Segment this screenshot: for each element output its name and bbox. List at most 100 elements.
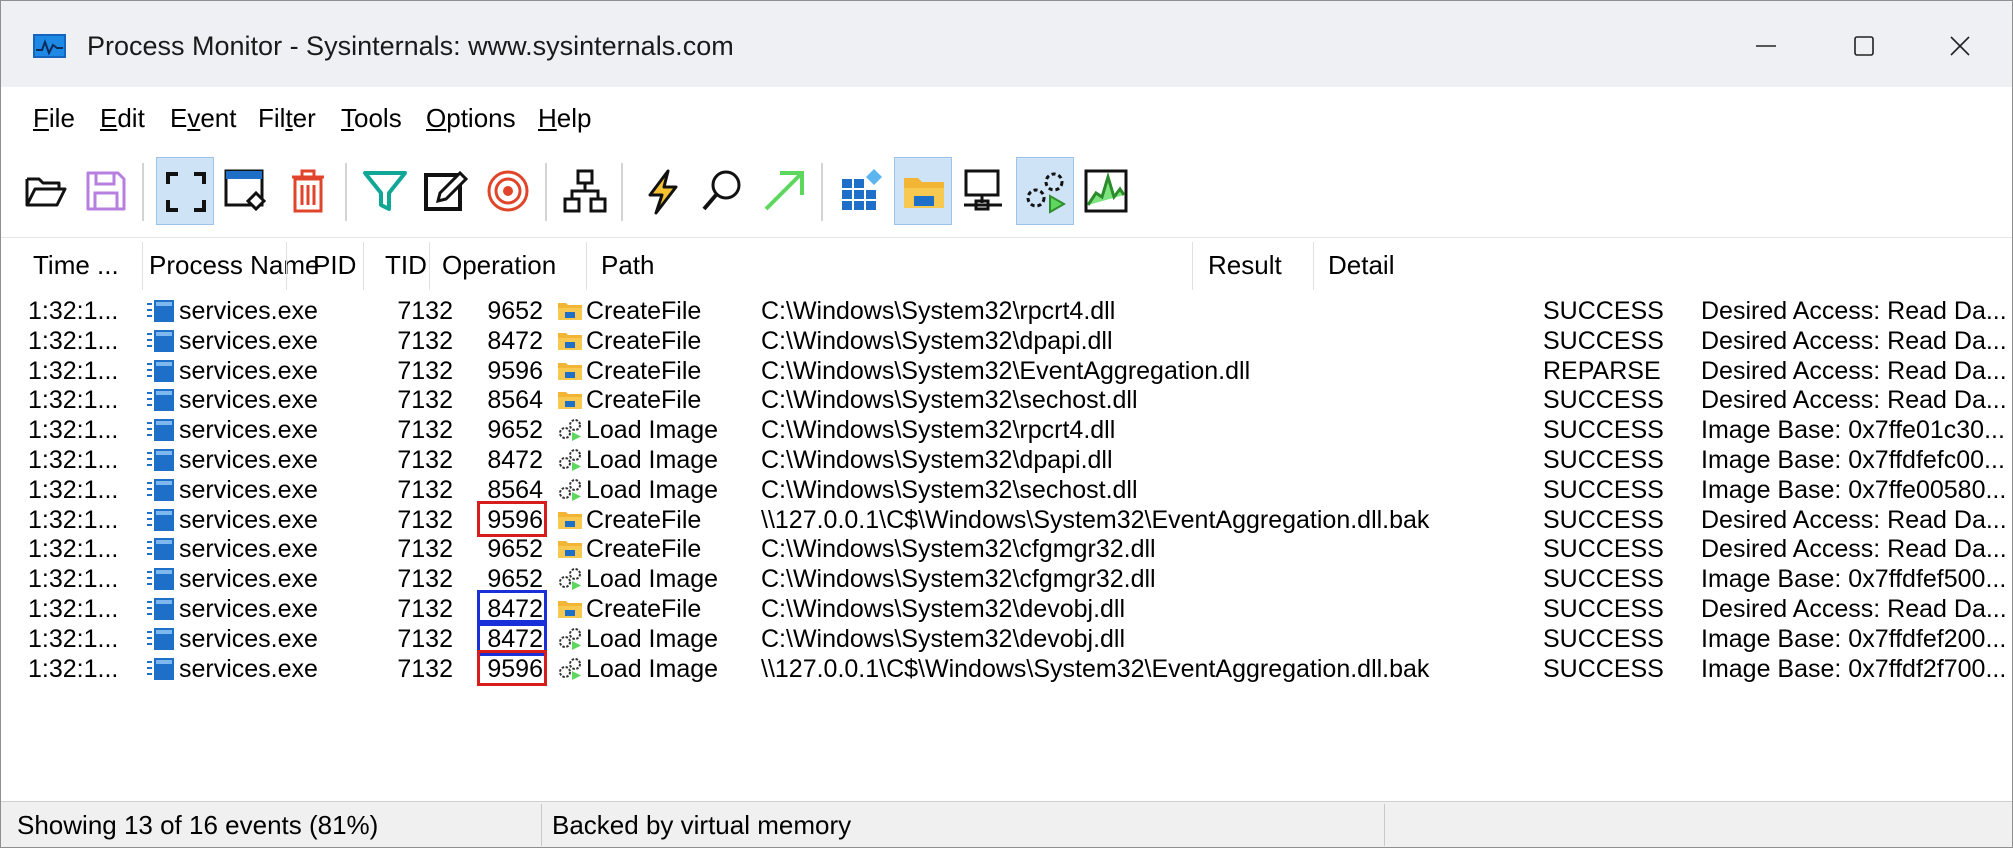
menu-accelerator: v [187,103,201,133]
process-icon [147,389,174,411]
close-icon [1950,36,1970,56]
cell-detail-text: Image Base: 0x7ffe01c30... [1701,416,2005,444]
cell-process-name-text: services.exe [179,595,318,623]
column-divider[interactable] [586,242,587,290]
cell-time-text: 1:32:1... [28,386,119,414]
event-properties-icon [648,169,678,215]
column-header-pid[interactable]: PID [313,238,356,292]
show-registry-button[interactable] [833,157,891,225]
capture-icon [166,172,206,212]
event-properties-button[interactable] [633,157,691,225]
column-divider[interactable] [429,242,430,290]
cell-pid-text: 7132 [397,297,453,325]
menu-accelerator: O [426,103,447,133]
cell-result-text: SUCCESS [1543,476,1664,504]
column-divider[interactable] [363,242,364,290]
toolbar-separator [345,163,347,221]
column-divider[interactable] [1192,242,1193,290]
cell-tid-text: 8564 [487,476,543,504]
status-divider [541,804,542,846]
cell-path-text: C:\Windows\System32\cfgmgr32.dll [761,535,1156,563]
cell-detail-text: Image Base: 0x7ffdf2f700... [1701,655,2007,683]
folder-icon [558,601,582,618]
cell-detail-text: Desired Access: Read Da... [1701,535,2007,563]
cell-time-text: 1:32:1... [28,297,119,325]
menu-event[interactable]: Event [170,101,237,135]
cell-operation-text: Load Image [586,416,719,444]
find-button[interactable] [693,157,751,225]
filter-button[interactable] [356,157,414,225]
cell-path-text: C:\Windows\System32\devobj.dll [761,595,1126,623]
menu-tools[interactable]: Tools [341,101,402,135]
show-network-icon [964,169,1002,211]
capture-button[interactable] [156,157,214,225]
column-divider[interactable] [286,242,287,290]
cell-process-name-text: services.exe [179,446,318,474]
cell-result-text: SUCCESS [1543,535,1664,563]
jump-to-button[interactable] [755,157,813,225]
menu-edit[interactable]: Edit [100,101,145,135]
cell-tid-text: 9652 [487,565,543,593]
menu-file[interactable]: File [33,101,75,135]
column-header-tid[interactable]: TID [385,238,427,292]
status-bar: Showing 13 of 16 events (81%) Backed by … [1,801,2012,847]
gears-icon [559,568,581,590]
column-header-path[interactable]: Path [601,238,655,292]
minimize-button[interactable] [1731,19,1801,73]
target-button[interactable] [479,157,537,225]
cell-detail-text: Image Base: 0x7ffdfef500... [1701,565,2007,593]
column-header-result[interactable]: Result [1208,238,1282,292]
cell-result: SUCCESS [1543,650,1709,688]
show-filesystem-button[interactable] [894,157,952,225]
cell-path-text: C:\Windows\System32\rpcrt4.dll [761,416,1116,444]
cell-time-text: 1:32:1... [28,416,119,444]
autoscroll-icon [224,169,267,212]
process-icon [147,628,174,650]
cell-pid-text: 7132 [397,446,453,474]
cell-operation: Load Image [557,650,753,688]
show-process-thread-button[interactable] [1016,157,1074,225]
column-header-process-name[interactable]: Process Name [149,238,320,292]
cell-path-text: \\127.0.0.1\C$\Windows\System32\EventAgg… [761,655,1430,683]
process-monitor-window: Process Monitor - Sysinternals: www.sysi… [0,0,2013,848]
title-bar[interactable]: Process Monitor - Sysinternals: www.sysi… [1,1,2012,87]
process-icon [147,479,174,501]
cell-time-text: 1:32:1... [28,535,119,563]
show-profiling-button[interactable] [1077,157,1135,225]
cell-tid-text: 8472 [487,446,543,474]
clear-button[interactable] [279,157,337,225]
save-button[interactable] [77,157,135,225]
menu-options[interactable]: Options [426,101,516,135]
menu-accelerator: T [341,103,354,133]
cell-time-text: 1:32:1... [28,565,119,593]
open-button[interactable] [16,157,74,225]
process-tree-button[interactable] [556,157,614,225]
column-header-detail[interactable]: Detail [1328,238,1394,292]
menu-bar: File Edit Event Filter Tools Options Hel… [1,87,2012,149]
window-title: Process Monitor - Sysinternals: www.sysi… [87,31,734,61]
cell-path-text: C:\Windows\System32\devobj.dll [761,625,1126,653]
cell-tid-text: 8564 [487,386,543,414]
menu-help[interactable]: Help [538,101,591,135]
close-button[interactable] [1925,19,1995,73]
autoscroll-button[interactable] [217,157,275,225]
folder-icon [558,333,582,350]
status-memory: Backed by virtual memory [552,810,852,840]
toolbar-separator [142,163,144,221]
table-row[interactable]: 1:32:1... services.exe 7132 9596 Load Image \… [1,650,2012,688]
menu-accelerator: E [100,103,118,133]
maximize-button[interactable] [1829,19,1899,73]
process-icon [147,300,174,322]
column-header-operation[interactable]: Operation [442,238,556,292]
highlight-button[interactable] [417,157,475,225]
show-network-button[interactable] [955,157,1013,225]
toolbar-separator [545,163,547,221]
column-divider[interactable] [142,242,143,290]
process-icon [147,360,174,382]
cell-operation-text: Load Image [586,625,719,653]
column-divider[interactable] [1313,242,1314,290]
event-list: 1:32:1... services.exe 7132 9652 CreateFile C… [1,292,2012,800]
menu-filter[interactable]: Filter [258,101,316,135]
highlight-icon [424,170,469,211]
column-header-time[interactable]: Time ... [33,238,119,292]
